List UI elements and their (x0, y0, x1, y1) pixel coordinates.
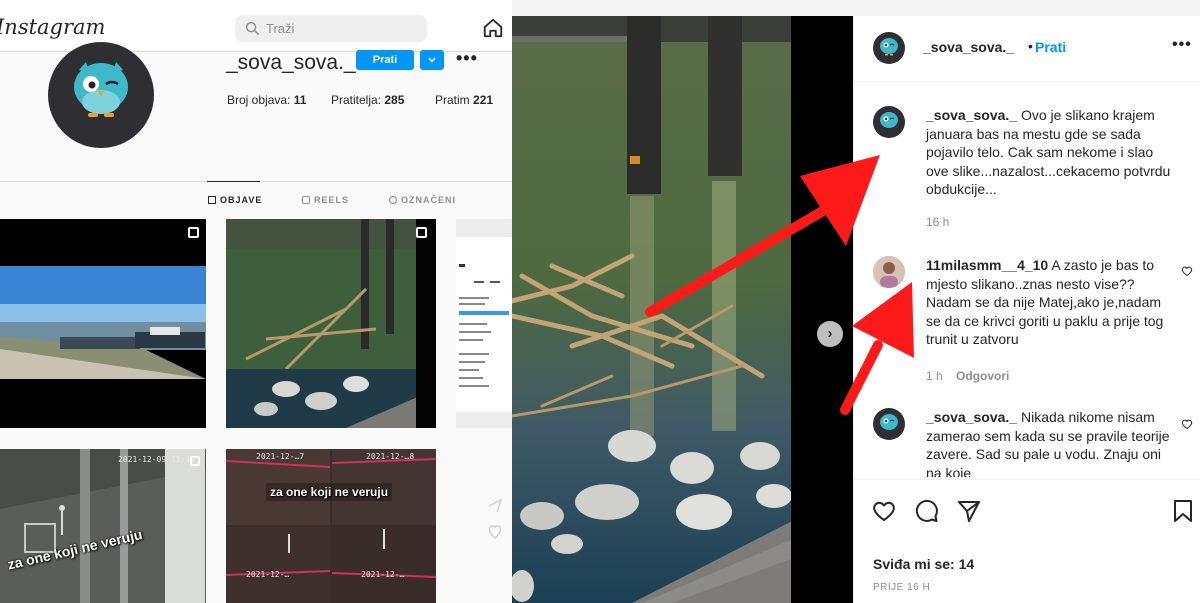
tab-tagged[interactable]: OZNAČENI (389, 195, 456, 205)
chevron-down-icon (428, 57, 436, 63)
comment-avatar[interactable] (873, 408, 905, 440)
next-slide-button[interactable]: › (817, 321, 843, 347)
tab-reels-label: REELS (314, 195, 350, 205)
timestamp-label: 2021-12-… (361, 570, 405, 579)
owl-avatar-icon (74, 62, 128, 117)
following-count[interactable]: Pratim 221 (435, 93, 493, 107)
following-label: Pratim (435, 93, 470, 107)
follow-button[interactable]: Prati (356, 50, 414, 70)
bookmark-icon[interactable] (1170, 498, 1196, 524)
followers-value: 285 (384, 93, 405, 107)
followers-label: Pratitelja: (331, 93, 382, 107)
comment-username[interactable]: _sova_sova._ (926, 107, 1017, 123)
post-sidebar: _sova_sova._ • Prati ••• _sova_sova._ Ov… (853, 16, 1200, 603)
post-thumbnail[interactable] (226, 219, 436, 428)
followers-count[interactable]: Pratitelja: 285 (331, 93, 404, 107)
home-icon[interactable] (482, 17, 504, 39)
post-thumbnail[interactable] (456, 219, 512, 428)
harbour-photo (0, 219, 206, 428)
owl-avatar-icon (880, 38, 898, 56)
post-time: PRIJE 16 H (873, 582, 931, 593)
like-comment-icon[interactable] (1181, 265, 1193, 277)
comment-icon[interactable] (914, 498, 940, 524)
tab-reels[interactable]: REELS (302, 195, 349, 205)
reels-icon (302, 196, 310, 204)
instagram-logo[interactable]: Instagram (0, 15, 105, 39)
tagged-icon (389, 196, 397, 204)
header-separator: • (1028, 38, 1033, 54)
author-username[interactable]: _sova_sova._ (923, 39, 1014, 55)
post-header: _sova_sova._ • Prati ••• (854, 16, 1200, 82)
post-panel: › _sova_sova._ • Prati ••• _sova_sova._ … (512, 0, 1200, 603)
timestamp-label: 2021-12-…8 (366, 452, 415, 461)
following-value: 221 (473, 93, 494, 107)
comments-list[interactable]: _sova_sova._ Ovo je slikano krajem janua… (854, 83, 1200, 477)
search-icon (245, 21, 259, 35)
likes-count[interactable]: Sviđa mi se: 14 (873, 556, 974, 572)
tab-posts[interactable]: OBJAVE (208, 195, 262, 205)
top-nav-bar: Instagram Traži (0, 0, 512, 52)
post-thumbnail[interactable]: 2021-12-…7 2021-12-…8 2021-12-… 2021-12-… (226, 449, 436, 603)
profile-panel: Instagram Traži _sova_sova._ Prati ••• B… (0, 0, 512, 603)
owl-avatar-icon (880, 112, 898, 128)
more-options-icon[interactable]: ••• (1172, 36, 1192, 54)
like-icon[interactable] (871, 498, 897, 524)
grid-icon (208, 196, 216, 204)
post-thumbnail[interactable] (0, 219, 206, 428)
carousel-icon (416, 227, 427, 238)
posts-label: Broj objava: (227, 93, 291, 107)
author-avatar[interactable] (873, 32, 905, 64)
screenshot-photo (456, 219, 512, 428)
video-caption: za one koji ne veruju (266, 483, 393, 501)
comment-meta: 1 h Odgovori (926, 369, 1009, 383)
profile-username: _sova_sova._ (226, 51, 356, 74)
posts-count: Broj objava: 11 (227, 93, 306, 107)
post-thumbnail[interactable]: 2021-12-09 11:47 za one koji ne veruju (0, 449, 206, 603)
comment-username[interactable]: 11milasmm__4_10 (926, 257, 1048, 273)
cctv-grid-photo (226, 449, 436, 603)
profile-avatar[interactable] (48, 42, 154, 148)
chevron-right-icon: › (827, 325, 833, 342)
timestamp-label: 2021-12-… (246, 570, 290, 579)
comment-time: 16 h (926, 215, 950, 229)
owl-avatar-icon (880, 414, 898, 430)
comment-avatar[interactable] (873, 256, 905, 288)
suggested-dropdown-button[interactable] (420, 50, 444, 70)
comment-username[interactable]: _sova_sova._ (926, 409, 1017, 425)
more-options-icon[interactable]: ••• (456, 48, 478, 69)
search-placeholder: Traži (266, 21, 295, 36)
photo-letterbox (791, 16, 853, 603)
tab-posts-label: OBJAVE (220, 195, 263, 205)
carousel-icon (188, 227, 199, 238)
tab-tagged-label: OZNAČENI (401, 195, 456, 205)
share-icon (488, 498, 503, 539)
user-avatar-icon (873, 256, 905, 288)
cctv-photo (0, 449, 206, 603)
active-tab-indicator (207, 181, 260, 182)
window-top-strip (512, 0, 1200, 16)
comment-avatar[interactable] (873, 106, 905, 138)
comment-text: _sova_sova._ Nikada nikome nisam zamerao… (926, 408, 1176, 477)
water-photo (226, 219, 436, 428)
like-comment-icon[interactable] (1181, 418, 1193, 430)
follow-link[interactable]: Prati (1035, 39, 1066, 55)
comment-text: 11milasmm__4_10 A zasto je bas to mjesto… (926, 256, 1176, 349)
video-icon (190, 456, 200, 466)
posts-value: 11 (293, 93, 307, 107)
reply-button[interactable]: Odgovori (956, 369, 1009, 383)
timestamp-label: 2021-12-09 11:47 (118, 455, 196, 464)
timestamp-label: 2021-12-…7 (256, 452, 305, 461)
comment-text: _sova_sova._ Ovo je slikano krajem janua… (926, 106, 1176, 199)
comment-time: 1 h (926, 369, 943, 383)
search-input[interactable]: Traži (235, 15, 427, 42)
post-actions: Sviđa mi se: 14 PRIJE 16 H (854, 479, 1200, 603)
share-icon[interactable] (956, 498, 982, 524)
